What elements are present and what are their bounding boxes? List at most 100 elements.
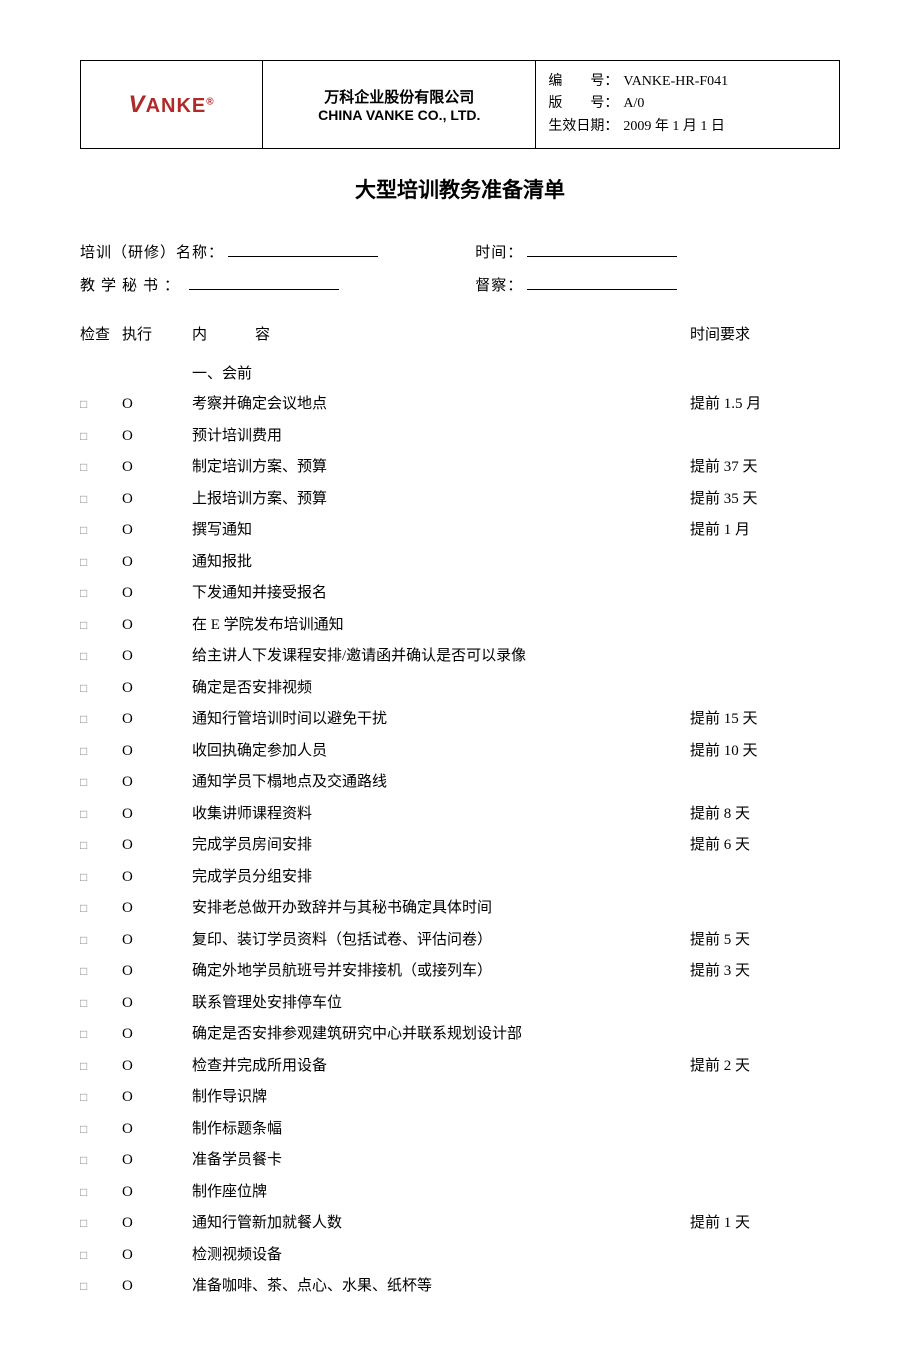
col-exec-header: 执行: [122, 323, 172, 344]
checkbox-icon[interactable]: □: [80, 1022, 122, 1047]
supervise-line: [527, 272, 677, 290]
checkbox-icon[interactable]: □: [80, 802, 122, 827]
checkbox-icon[interactable]: □: [80, 1180, 122, 1205]
checkbox-icon[interactable]: □: [80, 581, 122, 606]
checkbox-icon[interactable]: □: [80, 896, 122, 921]
row-content: 联系管理处安排停车位: [172, 988, 690, 1020]
checkbox-icon[interactable]: □: [80, 959, 122, 984]
check-row: □O通知行管新加就餐人数提前 1 天: [80, 1208, 840, 1240]
row-time: 提前 2 天: [690, 1051, 840, 1083]
check-row: □O通知学员下榻地点及交通路线: [80, 767, 840, 799]
checkbox-icon[interactable]: □: [80, 392, 122, 417]
training-name-line: [228, 239, 378, 257]
check-row: □O制作座位牌: [80, 1177, 840, 1209]
checkbox-icon[interactable]: □: [80, 676, 122, 701]
company-cell: 万科企业股份有限公司 CHINA VANKE CO., LTD.: [263, 61, 536, 149]
check-row: □O安排老总做开办致辞并与其秘书确定具体时间: [80, 893, 840, 925]
checkbox-icon[interactable]: □: [80, 613, 122, 638]
checkbox-icon[interactable]: □: [80, 644, 122, 669]
check-row: □O准备咖啡、茶、点心、水果、纸杯等: [80, 1271, 840, 1303]
check-row: □O通知报批: [80, 547, 840, 579]
checkbox-icon[interactable]: □: [80, 833, 122, 858]
row-time: 提前 10 天: [690, 736, 840, 768]
row-time: 提前 6 天: [690, 830, 840, 862]
row-content: 确定是否安排参观建筑研究中心并联系规划设计部: [172, 1019, 690, 1051]
checkbox-icon[interactable]: □: [80, 424, 122, 449]
check-row: □O确定是否安排视频: [80, 673, 840, 705]
secretary-line: [189, 272, 339, 290]
row-content: 通知报批: [172, 547, 690, 579]
checkbox-icon[interactable]: □: [80, 1054, 122, 1079]
row-time: 提前 35 天: [690, 484, 840, 516]
checkbox-icon[interactable]: □: [80, 1211, 122, 1236]
checkbox-icon[interactable]: □: [80, 1243, 122, 1268]
row-content: 准备学员餐卡: [172, 1145, 690, 1177]
checkbox-icon[interactable]: □: [80, 739, 122, 764]
exec-mark: O: [122, 610, 172, 642]
row-content: 通知学员下榻地点及交通路线: [172, 767, 690, 799]
exec-mark: O: [122, 1051, 172, 1083]
secretary-label: 教学秘书：: [80, 274, 185, 295]
checkbox-icon[interactable]: □: [80, 487, 122, 512]
exec-mark: O: [122, 1208, 172, 1240]
checkbox-icon[interactable]: □: [80, 1274, 122, 1299]
checkbox-icon[interactable]: □: [80, 455, 122, 480]
checkbox-icon[interactable]: □: [80, 550, 122, 575]
exec-mark: O: [122, 1114, 172, 1146]
row-content: 确定外地学员航班号并安排接机（或接列车）: [172, 956, 690, 988]
exec-mark: O: [122, 578, 172, 610]
meta-cell: 编 号： VANKE-HR-F041 版 号： A/0 生效日期： 2009 年…: [536, 61, 840, 149]
checkbox-icon[interactable]: □: [80, 770, 122, 795]
exec-mark: O: [122, 1177, 172, 1209]
doc-title: 大型培训教务准备清单: [80, 174, 840, 204]
row-time: 提前 1 天: [690, 1208, 840, 1240]
check-row: □O收回执确定参加人员提前 10 天: [80, 736, 840, 768]
check-row: □O下发通知并接受报名: [80, 578, 840, 610]
exec-mark: O: [122, 956, 172, 988]
row-content: 制作标题条幅: [172, 1114, 690, 1146]
checkbox-icon[interactable]: □: [80, 928, 122, 953]
doc-no-value: VANKE-HR-F041: [623, 71, 728, 93]
company-name-en: CHINA VANKE CO., LTD.: [275, 107, 523, 123]
row-content: 确定是否安排视频: [172, 673, 690, 705]
checklist: □O考察并确定会议地点提前 1.5 月□O预计培训费用□O制定培训方案、预算提前…: [80, 389, 840, 1303]
check-row: □O考察并确定会议地点提前 1.5 月: [80, 389, 840, 421]
exec-mark: O: [122, 767, 172, 799]
check-row: □O撰写通知提前 1 月: [80, 515, 840, 547]
check-row: □O复印、装订学员资料（包括试卷、评估问卷）提前 5 天: [80, 925, 840, 957]
checkbox-icon[interactable]: □: [80, 991, 122, 1016]
check-row: □O检查并完成所用设备提前 2 天: [80, 1051, 840, 1083]
row-content: 检查并完成所用设备: [172, 1051, 690, 1083]
effective-label: 生效日期：: [548, 116, 623, 138]
exec-mark: O: [122, 1145, 172, 1177]
check-row: □O制定培训方案、预算提前 37 天: [80, 452, 840, 484]
check-row: □O上报培训方案、预算提前 35 天: [80, 484, 840, 516]
row-content: 制作导识牌: [172, 1082, 690, 1114]
checkbox-icon[interactable]: □: [80, 1117, 122, 1142]
check-row: □O检测视频设备: [80, 1240, 840, 1272]
row-content: 收集讲师课程资料: [172, 799, 690, 831]
row-content: 考察并确定会议地点: [172, 389, 690, 421]
col-check-header: 检查: [80, 323, 122, 344]
check-row: □O收集讲师课程资料提前 8 天: [80, 799, 840, 831]
check-row: □O在 E 学院发布培训通知: [80, 610, 840, 642]
exec-mark: O: [122, 547, 172, 579]
row-content: 上报培训方案、预算: [172, 484, 690, 516]
time-label: 时间：: [475, 241, 523, 262]
checkbox-icon[interactable]: □: [80, 518, 122, 543]
checkbox-icon[interactable]: □: [80, 865, 122, 890]
check-row: □O完成学员分组安排: [80, 862, 840, 894]
checkbox-icon[interactable]: □: [80, 1148, 122, 1173]
exec-mark: O: [122, 799, 172, 831]
row-content: 通知行管新加就餐人数: [172, 1208, 690, 1240]
row-content: 安排老总做开办致辞并与其秘书确定具体时间: [172, 893, 690, 925]
exec-mark: O: [122, 1082, 172, 1114]
exec-mark: O: [122, 641, 172, 673]
row-time: 提前 5 天: [690, 925, 840, 957]
exec-mark: O: [122, 1240, 172, 1272]
col-content-header: 内容: [172, 323, 690, 344]
checkbox-icon[interactable]: □: [80, 707, 122, 732]
exec-mark: O: [122, 1271, 172, 1303]
checkbox-icon[interactable]: □: [80, 1085, 122, 1110]
col-time-header: 时间要求: [690, 323, 840, 344]
